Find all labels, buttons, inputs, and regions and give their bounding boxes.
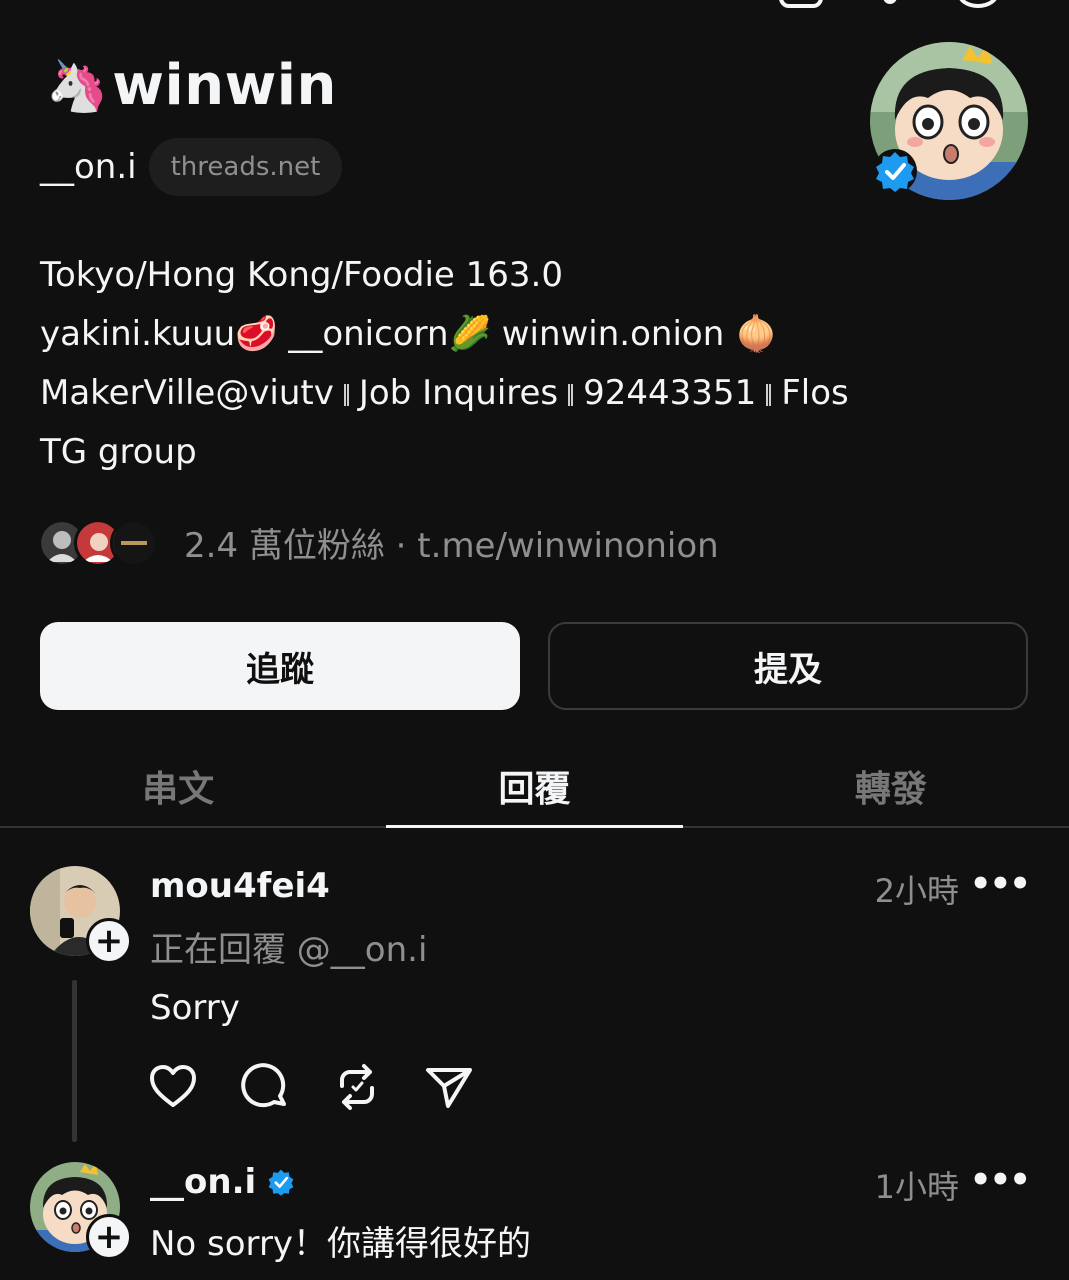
post-text: No sorry！你講得很好的 xyxy=(150,1224,532,1264)
plus-icon[interactable]: + xyxy=(86,1214,132,1260)
bio-flos: Flos xyxy=(781,373,849,413)
repost-icon[interactable] xyxy=(332,1062,382,1112)
post-username[interactable]: mou4fei4 xyxy=(150,866,330,906)
profile-bio: Tokyo/Hong Kong/Foodie 163.0 yakini.kuuu… xyxy=(40,246,1020,482)
bio-job-inquires: Job Inquires xyxy=(358,373,559,413)
post-username[interactable]: __on.i xyxy=(150,1162,296,1202)
share-icon[interactable] xyxy=(424,1062,474,1112)
more-icon[interactable]: ••• xyxy=(970,864,1031,904)
profile-handle: __on.i xyxy=(40,147,137,187)
bio-phone: 92443351 xyxy=(583,373,757,413)
post-actions xyxy=(148,1062,474,1112)
menu-icon[interactable] xyxy=(957,0,999,8)
top-toolbar xyxy=(779,0,999,8)
follower-avatar xyxy=(110,518,158,567)
comment-icon[interactable] xyxy=(240,1062,290,1112)
more-icon[interactable]: ••• xyxy=(970,1160,1031,1200)
notification-dot-icon xyxy=(883,0,897,4)
verified-badge-icon xyxy=(268,1169,294,1196)
separator-icon xyxy=(766,384,772,406)
plus-icon[interactable]: + xyxy=(86,918,132,964)
handle-row: __on.i threads.net xyxy=(40,138,343,196)
bio-maker-ville: MakerVille@viutv xyxy=(40,373,334,413)
tab-reposts[interactable]: 轉發 xyxy=(713,740,1069,826)
reply-to-text[interactable]: 正在回覆 @__on.i xyxy=(150,922,427,971)
bio-line-1: Tokyo/Hong Kong/Foodie 163.0 xyxy=(40,255,563,295)
verified-badge-icon xyxy=(873,149,917,193)
post-text: Sorry xyxy=(150,988,240,1028)
reply-post: + mou4fei4 2小時 ••• 正在回覆 @__on.i Sorry xyxy=(0,864,1069,1146)
post-timestamp: 2小時 xyxy=(874,872,959,910)
bio-line-4: TG group xyxy=(40,432,197,472)
thread-line xyxy=(72,980,77,1142)
bio-line-3: MakerVille@viutv Job Inquires 92443351 Flos xyxy=(40,364,1020,423)
profile-tabs: 串文 回覆 轉發 xyxy=(0,740,1069,828)
separator-icon xyxy=(343,384,349,406)
instagram-icon[interactable] xyxy=(779,0,823,8)
display-name: winwin xyxy=(112,53,337,118)
threads-domain-pill[interactable]: threads.net xyxy=(148,138,343,196)
followers-row[interactable]: 2.4 萬位粉絲 · t.me/winwinonion xyxy=(38,518,719,567)
separator-icon xyxy=(568,384,574,406)
heart-icon[interactable] xyxy=(148,1062,198,1112)
profile-name: 🦄 winwin xyxy=(46,58,337,114)
post-timestamp: 1小時 xyxy=(874,1168,959,1206)
unicorn-emoji: 🦄 xyxy=(46,57,109,115)
tab-replies[interactable]: 回覆 xyxy=(356,740,712,828)
threads-profile-screen: 🦄 winwin __on.i threads.net Tokyo/Hong K… xyxy=(0,0,1069,1280)
mention-button[interactable]: 提及 xyxy=(548,622,1028,710)
reply-post: + __on.i 1小時 ••• No sorry！你講得很好的 xyxy=(0,1160,1069,1280)
follow-button[interactable]: 追蹤 xyxy=(40,622,520,710)
bio-line-2: yakini.kuuu🥩 __onicorn🌽 winwin.onion 🧅 xyxy=(40,314,778,354)
tab-threads[interactable]: 串文 xyxy=(0,740,356,826)
followers-count-link[interactable]: 2.4 萬位粉絲 · t.me/winwinonion xyxy=(184,518,719,567)
